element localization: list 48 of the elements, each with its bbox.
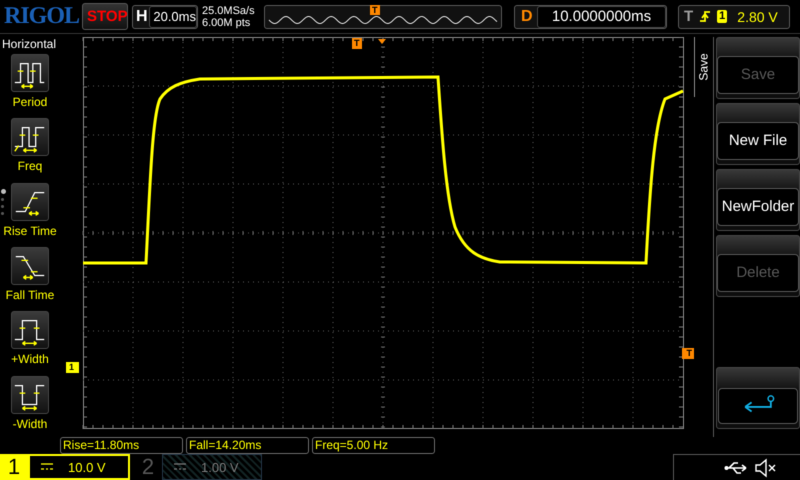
measure-label: +Width [11, 352, 49, 366]
dc-coupling-icon [40, 462, 54, 472]
measurement-readout: Freq=5.00 Hz [312, 437, 435, 454]
sample-rate: 25.0MSa/s [202, 4, 256, 16]
trigger-delay-marker [378, 39, 386, 44]
measure-button[interactable] [11, 376, 49, 414]
measure-label: Rise Time [3, 224, 57, 238]
channel-scale: 10.0 V [68, 460, 106, 474]
timebase-label: H [136, 8, 149, 26]
measure-button[interactable] [11, 118, 49, 156]
measurement-readout: Fall=14.20ms [186, 437, 309, 454]
trigger-level: 2.80 V [737, 8, 778, 24]
softkey-button[interactable]: New File [716, 103, 800, 165]
trigger-display[interactable]: T 1 2.80 V [678, 4, 790, 28]
channel-number[interactable]: 1 [0, 454, 28, 480]
measure-button[interactable] [11, 182, 49, 221]
measure-label: Period [12, 95, 48, 109]
measure-label: -Width [12, 416, 48, 431]
back-button[interactable] [716, 367, 800, 429]
memory-depth: 6.00M pts [202, 16, 252, 28]
softkey-button[interactable]: NewFolder [716, 169, 800, 231]
menu-title: Save [697, 53, 711, 81]
channel-marker: 1 [66, 362, 80, 373]
delay-display[interactable]: D 10.0000000ms [514, 4, 667, 28]
trigger-marker: T [370, 4, 380, 14]
run-stop-status[interactable]: STOP [82, 3, 128, 30]
rising-edge-icon [699, 8, 712, 24]
brand-logo: RIGOL [4, 3, 78, 30]
trigger-level-marker: T [682, 348, 694, 359]
measure-button[interactable] [11, 311, 49, 350]
measure-label: Freq [18, 159, 42, 174]
timebase-value: 20.0ms [149, 6, 197, 28]
trigger-source: 1 [717, 10, 728, 23]
menu-title: Horizontal [1, 37, 56, 51]
channel-scale-box[interactable]: 10.0 V [28, 454, 130, 480]
channel-scale-box[interactable]: 1.00 V [162, 454, 262, 480]
channel-scale: 1.00 V [201, 460, 239, 474]
delay-label: D [521, 8, 534, 26]
timebase-display[interactable]: H 20.0ms [132, 4, 198, 28]
dc-coupling-icon [173, 462, 187, 472]
measure-label: Fall Time [6, 288, 54, 302]
delay-value: 10.0000000ms [537, 6, 666, 28]
trigger-position-marker: T [352, 38, 362, 49]
measurement-readout: Rise=11.80ms [60, 437, 183, 454]
speaker-muted-icon [754, 458, 778, 478]
measure-button[interactable] [11, 54, 49, 92]
trigger-label: T [684, 8, 694, 25]
measure-button[interactable] [11, 246, 49, 285]
